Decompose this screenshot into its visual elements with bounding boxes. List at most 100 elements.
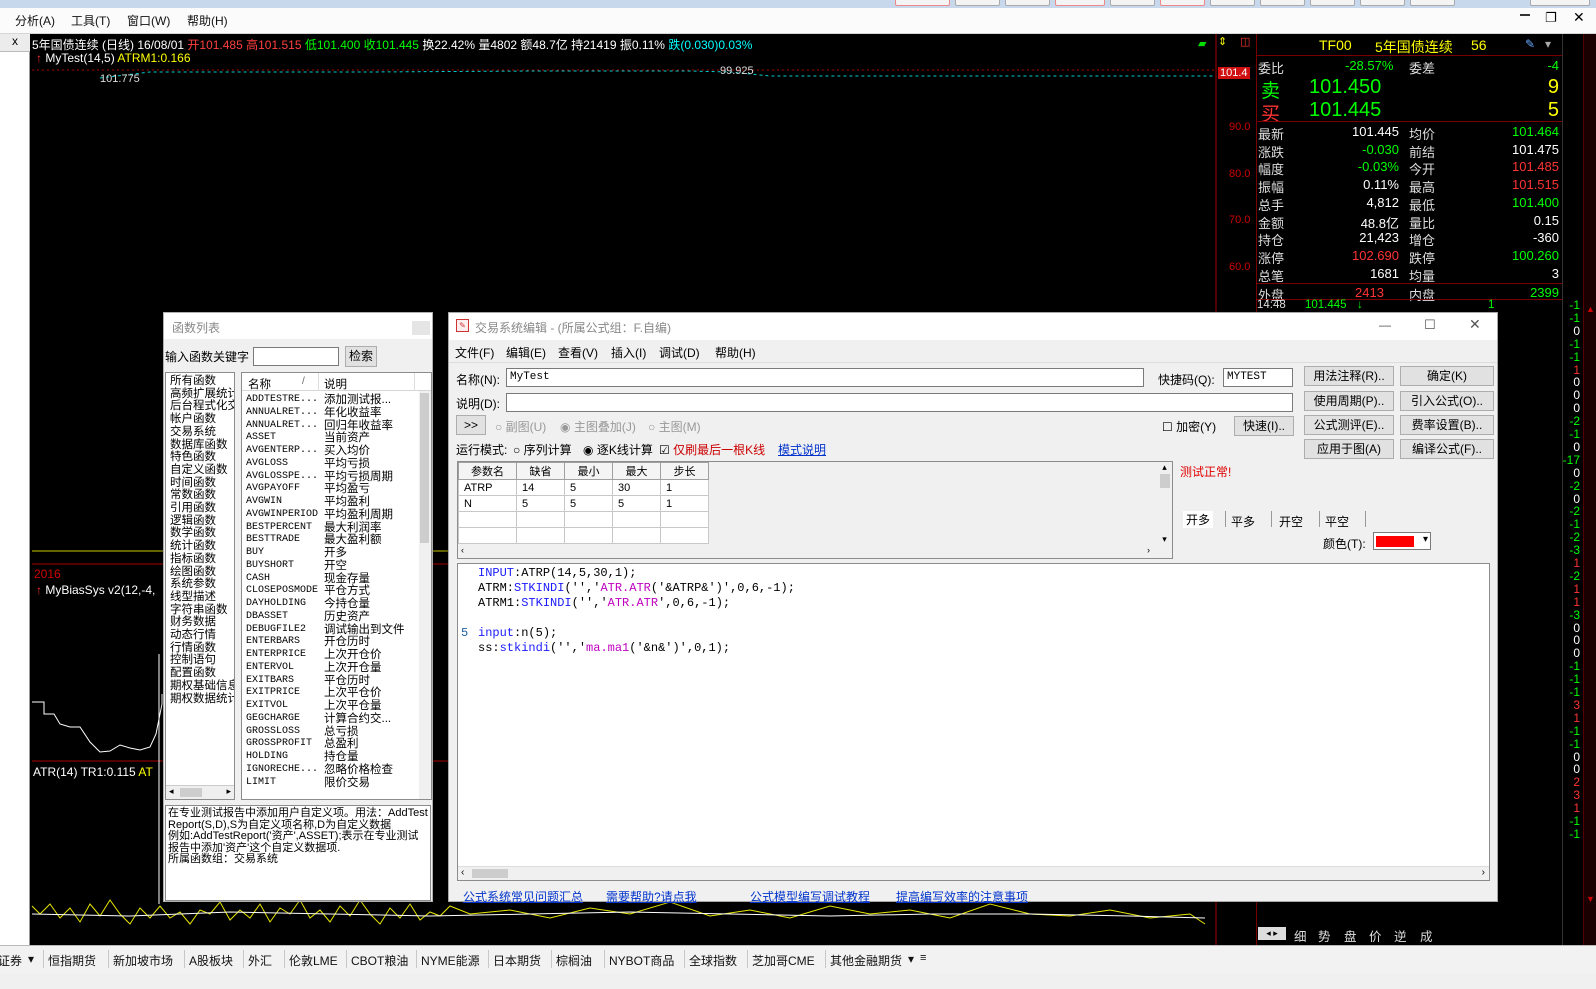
- menu-debug[interactable]: 调试(D): [659, 344, 700, 361]
- function-name[interactable]: BUY: [246, 547, 264, 560]
- col-description[interactable]: 说明: [324, 376, 347, 392]
- market-tab[interactable]: 芝加哥CME: [752, 952, 815, 969]
- market-tab[interactable]: A股板块: [189, 952, 233, 969]
- function-name[interactable]: ANNUALRET...: [246, 407, 318, 420]
- category-item[interactable]: 系统参数: [170, 578, 216, 591]
- search-button[interactable]: 检索: [345, 346, 377, 367]
- code-editor[interactable]: INPUT:ATRP(14,5,30,1); ATRM:STKINDI('','A…: [457, 563, 1490, 881]
- param-cell[interactable]: 5: [516, 495, 565, 512]
- ok-button[interactable]: 确定(K): [1400, 366, 1494, 386]
- category-item[interactable]: 时间函数: [170, 477, 216, 490]
- function-search-input[interactable]: [253, 347, 339, 366]
- indicator2-header[interactable]: ↑ MyBiasSys v2(12,-4,: [36, 583, 155, 597]
- market-tab[interactable]: 其他金融期货: [830, 952, 902, 969]
- function-name[interactable]: AVGLOSSPE...: [246, 471, 318, 484]
- param-header[interactable]: 最小: [564, 462, 613, 480]
- editor-titlebar[interactable]: ✎ 交易系统编辑 - (所属公式组：F.自编) — ☐ ✕: [449, 313, 1497, 340]
- toolbar-button[interactable]: [955, 0, 1000, 6]
- function-table[interactable]: 名称 / 说明 ADDTESTRE... 添加测试报... ANNUALRET...…: [241, 372, 432, 800]
- function-desc[interactable]: 总盈利: [324, 738, 359, 751]
- function-desc[interactable]: 平仓方式: [324, 585, 370, 598]
- category-item[interactable]: 绘图函数: [170, 566, 216, 579]
- function-desc[interactable]: 计算合约交...: [324, 713, 391, 726]
- code-line[interactable]: ATRM:STKINDI('','ATR.ATR('&ATRP&')',0,6,…: [478, 581, 795, 595]
- function-name[interactable]: DAYHOLDING: [246, 598, 306, 611]
- function-desc[interactable]: 平均盈利: [324, 496, 370, 509]
- market-tab[interactable]: NYME能源: [421, 952, 480, 969]
- tab-trades[interactable]: 成: [1420, 926, 1433, 945]
- function-desc[interactable]: 开空: [324, 560, 347, 573]
- function-name[interactable]: ENTERVOL: [246, 662, 294, 675]
- function-name[interactable]: AVGWIN: [246, 496, 282, 509]
- toolbar-button[interactable]: [1410, 0, 1455, 6]
- function-desc[interactable]: 上次平仓量: [324, 700, 382, 713]
- menu-edit[interactable]: 编辑(E): [506, 344, 546, 361]
- market-tab[interactable]: CBOT粮油: [351, 952, 408, 969]
- market-tab[interactable]: 外汇: [248, 952, 272, 969]
- category-item[interactable]: 控制语句: [170, 654, 216, 667]
- function-desc[interactable]: 最大盈利额: [324, 534, 382, 547]
- code-hscroll[interactable]: ‹ ›: [458, 866, 1489, 880]
- tab-scroll-arrows[interactable]: ◂ ▸: [1258, 927, 1286, 940]
- mode-serial-radio[interactable]: ○ 序列计算: [513, 441, 572, 458]
- param-cell[interactable]: 30: [612, 479, 661, 496]
- tutorial-link[interactable]: 公式模型编写调试教程: [750, 888, 870, 905]
- param-cell[interactable]: 5: [564, 495, 613, 512]
- category-item[interactable]: 期权基础信息: [170, 680, 234, 693]
- tab-open-short[interactable]: 开空: [1279, 513, 1303, 530]
- toolbar-button[interactable]: [1055, 0, 1105, 6]
- chart-tool-icon[interactable]: ⇕: [1218, 35, 1227, 48]
- scroll-up-icon[interactable]: ▲: [1584, 304, 1596, 318]
- shortcut-input[interactable]: MYTEST: [1223, 368, 1293, 387]
- menu-insert[interactable]: 插入(I): [611, 344, 646, 361]
- function-list-close-button[interactable]: [412, 321, 430, 335]
- function-desc[interactable]: 上次开仓量: [324, 662, 382, 675]
- market-tab[interactable]: 全球指数: [689, 952, 737, 969]
- function-desc[interactable]: 年化收益率: [324, 407, 382, 420]
- market-tab[interactable]: 证券: [0, 952, 22, 969]
- function-name[interactable]: ASSET: [246, 432, 276, 445]
- category-item[interactable]: 后台程式化交: [170, 400, 234, 413]
- function-name[interactable]: HOLDING: [246, 751, 288, 764]
- minimize-icon[interactable]: —: [1379, 318, 1391, 332]
- param-table[interactable]: 参数名 缺省 最小 最大 步长 ATRP 14 5 30 1 N5551 ▴ ▾ ‹ ›: [457, 461, 1173, 559]
- chart-tool-icon[interactable]: ▰: [1198, 37, 1206, 50]
- param-cell[interactable]: 5: [564, 479, 613, 496]
- param-cell[interactable]: 14: [516, 479, 565, 496]
- param-cell[interactable]: ATRP: [458, 479, 517, 496]
- help-link[interactable]: 需要帮助?请点我: [606, 888, 697, 905]
- category-item[interactable]: 特色函数: [170, 451, 216, 464]
- pin-icon[interactable]: ✎: [1525, 37, 1535, 51]
- param-header[interactable]: 步长: [660, 462, 709, 480]
- function-desc[interactable]: 上次开仓价: [324, 649, 382, 662]
- category-item[interactable]: 期权数据统计: [170, 693, 234, 706]
- function-name[interactable]: EXITPRICE: [246, 687, 300, 700]
- function-desc[interactable]: 开多: [324, 547, 347, 560]
- minimize-icon[interactable]: [1520, 14, 1530, 16]
- function-desc[interactable]: 现金存量: [324, 573, 370, 586]
- tab-detail[interactable]: 细: [1294, 926, 1307, 945]
- last-bar-only-checkbox[interactable]: ☑ 仅刷最后一根K线: [659, 441, 765, 458]
- toolbar-button[interactable]: [1210, 0, 1255, 6]
- category-item[interactable]: 交易系统: [170, 426, 216, 439]
- maximize-icon[interactable]: ☐: [1424, 317, 1436, 333]
- menu-tools[interactable]: 工具(T): [71, 12, 110, 29]
- apply-to-chart-button[interactable]: 应用于图(A): [1304, 439, 1394, 459]
- category-item[interactable]: 动态行情: [170, 629, 216, 642]
- function-desc[interactable]: 买入均价: [324, 445, 370, 458]
- radio-sub-chart[interactable]: ○ 副图(U): [495, 418, 546, 435]
- code-line[interactable]: INPUT:ATRP(14,5,30,1);: [478, 566, 636, 580]
- function-desc[interactable]: 历史资产: [324, 611, 370, 624]
- function-desc[interactable]: 平仓历时: [324, 675, 370, 688]
- category-item[interactable]: 常数函数: [170, 489, 216, 502]
- function-desc[interactable]: 最大利润率: [324, 522, 382, 535]
- tab-board[interactable]: 盘: [1344, 926, 1357, 945]
- category-item[interactable]: 统计函数: [170, 540, 216, 553]
- category-item[interactable]: 字符串函数: [170, 604, 228, 617]
- window-controls[interactable]: [1530, 0, 1590, 6]
- category-item[interactable]: 行情函数: [170, 642, 216, 655]
- param-header[interactable]: 缺省: [516, 462, 565, 480]
- function-name[interactable]: DEBUGFILE2: [246, 624, 306, 637]
- restore-icon[interactable]: ❐: [1545, 10, 1557, 26]
- more-tabs-icon[interactable]: ▾: [908, 952, 914, 966]
